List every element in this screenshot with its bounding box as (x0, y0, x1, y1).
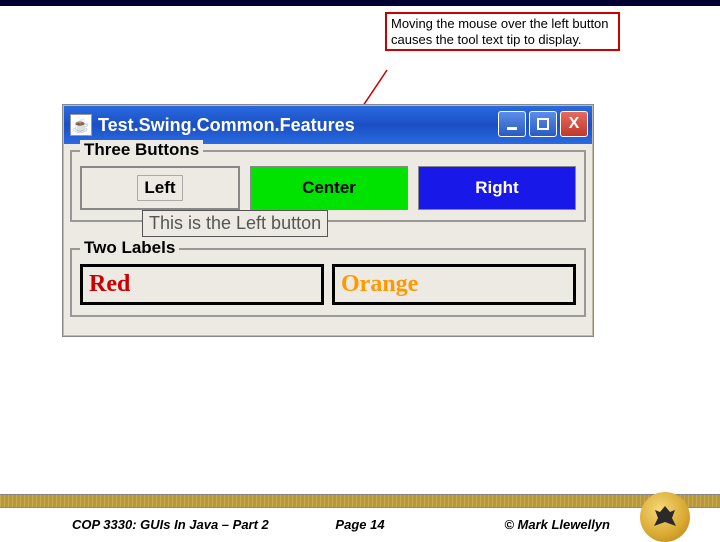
tooltip-text: This is the Left button (149, 213, 321, 233)
label-red: Red (80, 264, 324, 305)
window-body: Three Buttons Left Center Right Two Labe… (64, 144, 592, 335)
center-button[interactable]: Center (250, 166, 408, 210)
tooltip: This is the Left button (142, 210, 328, 237)
minimize-icon (505, 117, 519, 131)
group1-title: Three Buttons (80, 140, 203, 160)
footer-page: Page 14 (335, 517, 384, 532)
ucf-logo-icon (640, 492, 690, 542)
right-button-label: Right (475, 178, 518, 198)
close-icon: X (569, 115, 580, 133)
minimize-button[interactable] (498, 111, 526, 137)
close-button[interactable]: X (560, 111, 588, 137)
callout-text: Moving the mouse over the left button ca… (391, 16, 609, 47)
maximize-button[interactable] (529, 111, 557, 137)
slide-top-border (0, 0, 720, 6)
maximize-icon (536, 117, 550, 131)
left-button[interactable]: Left (80, 166, 240, 210)
window-title: Test.Swing.Common.Features (98, 115, 355, 136)
callout-annotation: Moving the mouse over the left button ca… (385, 12, 620, 51)
java-icon: ☕ (70, 114, 92, 136)
footer-copyright: © Mark Llewellyn (504, 517, 610, 532)
labels-row: Red Orange (80, 264, 576, 305)
right-button[interactable]: Right (418, 166, 576, 210)
footer-stripe (0, 494, 720, 508)
label-orange: Orange (332, 264, 576, 305)
footer-course: COP 3330: GUIs In Java – Part 2 (72, 517, 269, 532)
window-controls: X (498, 111, 588, 137)
group2-title: Two Labels (80, 238, 179, 258)
footer: COP 3330: GUIs In Java – Part 2 Page 14 … (0, 508, 720, 540)
left-button-label: Left (137, 175, 182, 201)
group-two-labels: Two Labels Red Orange (70, 248, 586, 317)
buttons-row: Left Center Right (80, 166, 576, 210)
center-button-label: Center (302, 178, 356, 198)
titlebar[interactable]: ☕ Test.Swing.Common.Features X (64, 106, 592, 144)
